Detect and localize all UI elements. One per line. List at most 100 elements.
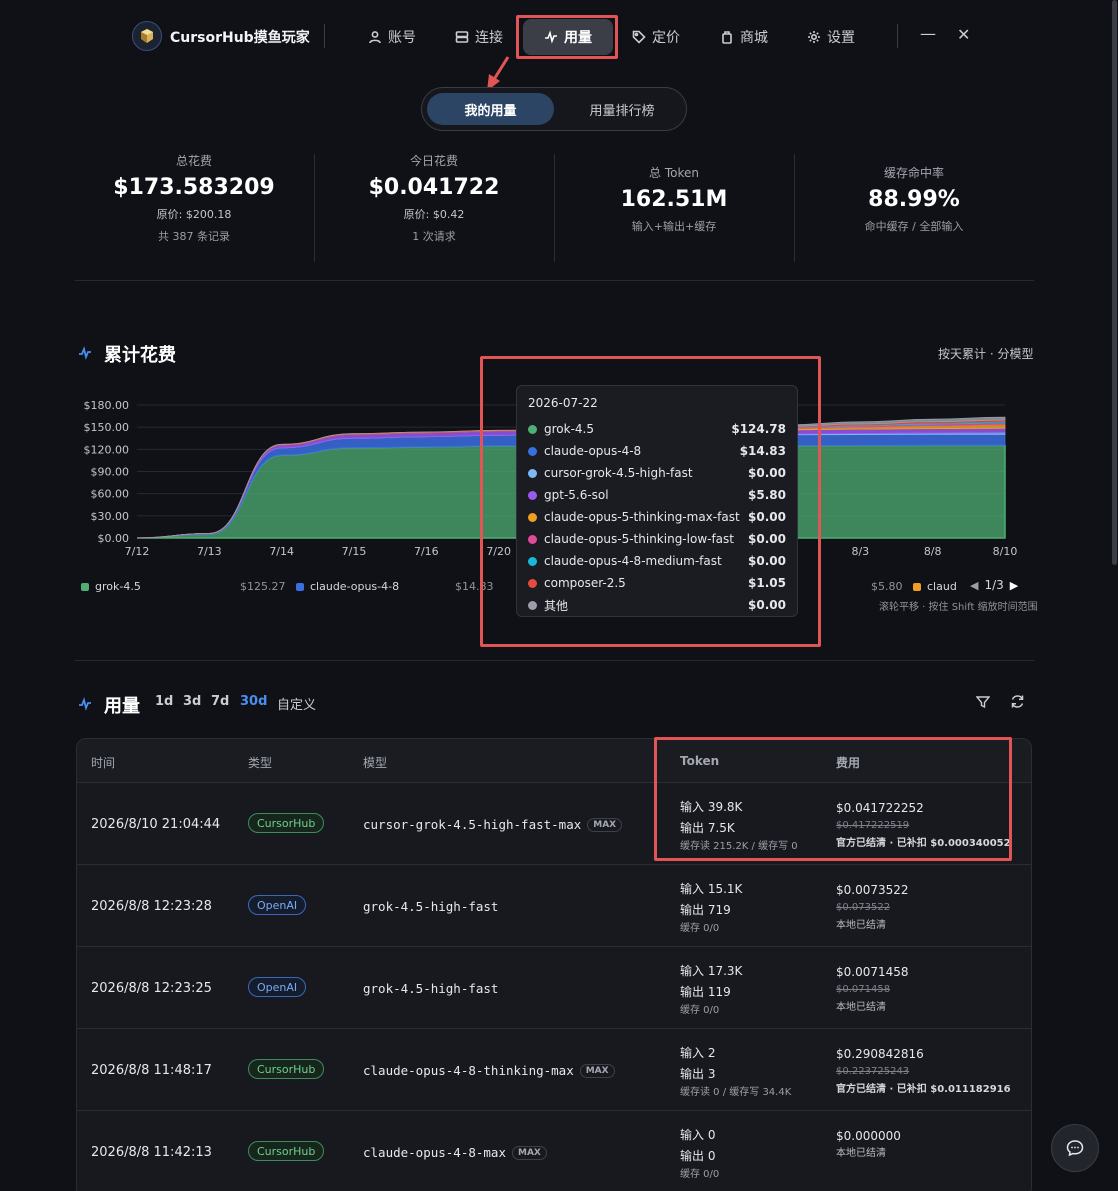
tooltip-series-name: claude-opus-5-thinking-low-fast (544, 532, 734, 546)
range-custom[interactable]: 自定义 (277, 694, 316, 713)
col-token: Token (680, 754, 720, 768)
tooltip-row: claude-opus-5-thinking-low-fast $0.00 (528, 528, 786, 550)
tab-my-usage[interactable]: 我的用量 (427, 93, 554, 125)
token-cache: 缓存 0/0 (680, 1169, 720, 1180)
range-30d[interactable]: 30d (240, 694, 267, 709)
row-model: claude-opus-4-8-max MAX (363, 1145, 547, 1160)
stat-label: 缓存命中率 (883, 166, 944, 180)
fee-note: 官方已结清 · 已补扣 $0.000340052 (836, 838, 1011, 849)
stat-cache-hit: 缓存命中率 88.99% 命中缓存 / 全部输入 (794, 164, 1034, 274)
stat-label: 总花费 (175, 154, 212, 168)
prev-page-icon[interactable]: ◀ (970, 579, 978, 592)
model-name: claude-opus-4-8-max (363, 1145, 506, 1160)
legend-swatch (81, 582, 89, 591)
stat-count: 共 387 条记录 (158, 230, 230, 243)
tooltip-row: grok-4.5 $124.78 (528, 418, 786, 440)
nav-account[interactable]: 账号 (368, 22, 416, 52)
row-time: 2026/8/8 12:23:25 (91, 981, 212, 996)
tooltip-row: cursor-grok-4.5-high-fast $0.00 (528, 462, 786, 484)
token-cache: 缓存 0/0 (680, 1005, 720, 1016)
nav-usage[interactable]: 用量 (523, 19, 613, 55)
minimize-icon[interactable]: — (920, 24, 936, 43)
fee-original: $0.073522 (836, 902, 891, 913)
tooltip-series-value: $124.78 (731, 422, 786, 436)
token-input: 输入 39.8K (680, 800, 743, 814)
brand-name: CursorHub摸鱼玩家 (170, 30, 310, 46)
chart-mode-label[interactable]: 按天累计 · 分模型 (938, 345, 1033, 362)
pulse-icon (78, 345, 92, 360)
usage-table: 时间 类型 模型 Token 费用 2026/8/10 21:04:44 Curs… (76, 738, 1032, 1191)
max-badge: MAX (579, 1063, 615, 1078)
refresh-icon[interactable] (1010, 694, 1025, 709)
token-output: 输出 119 (680, 985, 731, 999)
max-badge: MAX (587, 817, 623, 832)
stat-original: 原价: $200.18 (156, 208, 232, 221)
filter-icon[interactable] (976, 695, 990, 709)
row-model: cursor-grok-4.5-high-fast-max MAX (363, 817, 623, 832)
table-row[interactable]: 2026/8/8 11:48:17 CursorHub claude-opus-4-… (77, 1029, 1031, 1111)
tooltip-series-name: claude-opus-4-8-medium-fast (544, 554, 722, 568)
scrollbar[interactable] (1112, 0, 1117, 565)
tooltip-series-name: gpt-5.6-sol (544, 488, 609, 502)
token-output: 输出 3 (680, 1067, 716, 1081)
nav-connection[interactable]: 连接 (455, 22, 503, 52)
series-dot (528, 600, 537, 610)
token-output: 输出 719 (680, 903, 731, 917)
row-token: 输入 2 输出 3 缓存读 0 / 缓存写 34.4K (680, 1043, 791, 1101)
cube-logo-icon (141, 29, 153, 43)
legend-item-claud[interactable]: claud (913, 580, 957, 593)
row-fee: $0.0071458 $0.071458 本地已结清 (836, 963, 909, 1017)
tab-usage-ranking[interactable]: 用量排行榜 (562, 93, 682, 125)
range-1d[interactable]: 1d (155, 694, 173, 709)
stat-label: 今日花费 (409, 154, 458, 168)
stat-original: 原价: $0.42 (403, 208, 465, 221)
table-row[interactable]: 2026/8/8 12:23:25 OpenAI grok-4.5-high-fas… (77, 947, 1031, 1029)
stat-desc: 命中缓存 / 全部输入 (864, 220, 964, 233)
nav-settings[interactable]: 设置 (807, 22, 855, 52)
nav-store[interactable]: 商城 (720, 22, 768, 52)
row-model: grok-4.5-high-fast (363, 899, 498, 914)
fee-value: $0.290842816 (836, 1047, 924, 1061)
col-type: 类型 (248, 756, 273, 770)
nav-pricing[interactable]: 定价 (632, 22, 680, 52)
stat-today-cost: 今日花费 $0.041722 原价: $0.42 1 次请求 (314, 152, 554, 262)
fee-note: 本地已结清 (836, 1002, 886, 1013)
type-badge: CursorHub (248, 1141, 325, 1161)
range-7d[interactable]: 7d (211, 694, 229, 709)
range-3d[interactable]: 3d (183, 694, 201, 709)
legend-total: $5.80 (871, 580, 903, 593)
header-divider (324, 24, 325, 48)
tooltip-series-value: $0.00 (748, 554, 786, 568)
chat-button[interactable] (1051, 1124, 1099, 1172)
y-tick-label: $0.00 (98, 532, 130, 545)
chart-tooltip: 2026-07-22 grok-4.5 $124.78 claude-opus-4-… (516, 385, 798, 617)
tooltip-series-value: $0.00 (748, 510, 786, 524)
fee-note: 本地已结清 (836, 1148, 886, 1159)
stat-count: 1 次请求 (412, 230, 456, 243)
series-dot (528, 534, 537, 544)
title-bar: CursorHub摸鱼玩家 账号 连接 用量 定价 商城 设置 — ✕ (0, 0, 1118, 72)
next-page-icon[interactable]: ▶ (1010, 579, 1018, 592)
table-row[interactable]: 2026/8/10 21:04:44 CursorHub cursor-grok-4… (77, 783, 1031, 865)
tooltip-series-name: claude-opus-4-8 (544, 444, 642, 458)
x-tick-label: 7/15 (342, 545, 367, 558)
legend-total: $14.83 (455, 580, 494, 593)
legend-item-opus[interactable]: claude-opus-4-8 (296, 580, 399, 593)
server-icon (455, 31, 469, 43)
type-badge: CursorHub (248, 1059, 325, 1079)
max-badge: MAX (512, 1145, 547, 1160)
tooltip-rows: grok-4.5 $124.78 claude-opus-4-8 $14.83 curs… (528, 418, 786, 616)
legend-item-grok[interactable]: grok-4.5 (81, 580, 141, 593)
stat-total-token: 总 Token 162.51M 输入+输出+缓存 (554, 164, 794, 274)
table-row[interactable]: 2026/8/8 12:23:28 OpenAI grok-4.5-high-fas… (77, 865, 1031, 947)
tooltip-series-name: 其他 (544, 598, 569, 613)
fee-value: $0.000000 (836, 1129, 901, 1143)
x-tick-label: 7/14 (269, 545, 294, 558)
nav-label: 定价 (652, 30, 680, 46)
fee-value: $0.041722252 (836, 801, 924, 815)
close-icon[interactable]: ✕ (957, 25, 970, 44)
stat-desc: 输入+输出+缓存 (631, 220, 717, 233)
chart-hint: 滚轮平移 · 按住 Shift 缩放时间范围 (879, 602, 1038, 613)
y-tick-label: $180.00 (84, 399, 130, 412)
table-row[interactable]: 2026/8/8 11:42:13 CursorHub claude-opus-4-… (77, 1111, 1031, 1191)
